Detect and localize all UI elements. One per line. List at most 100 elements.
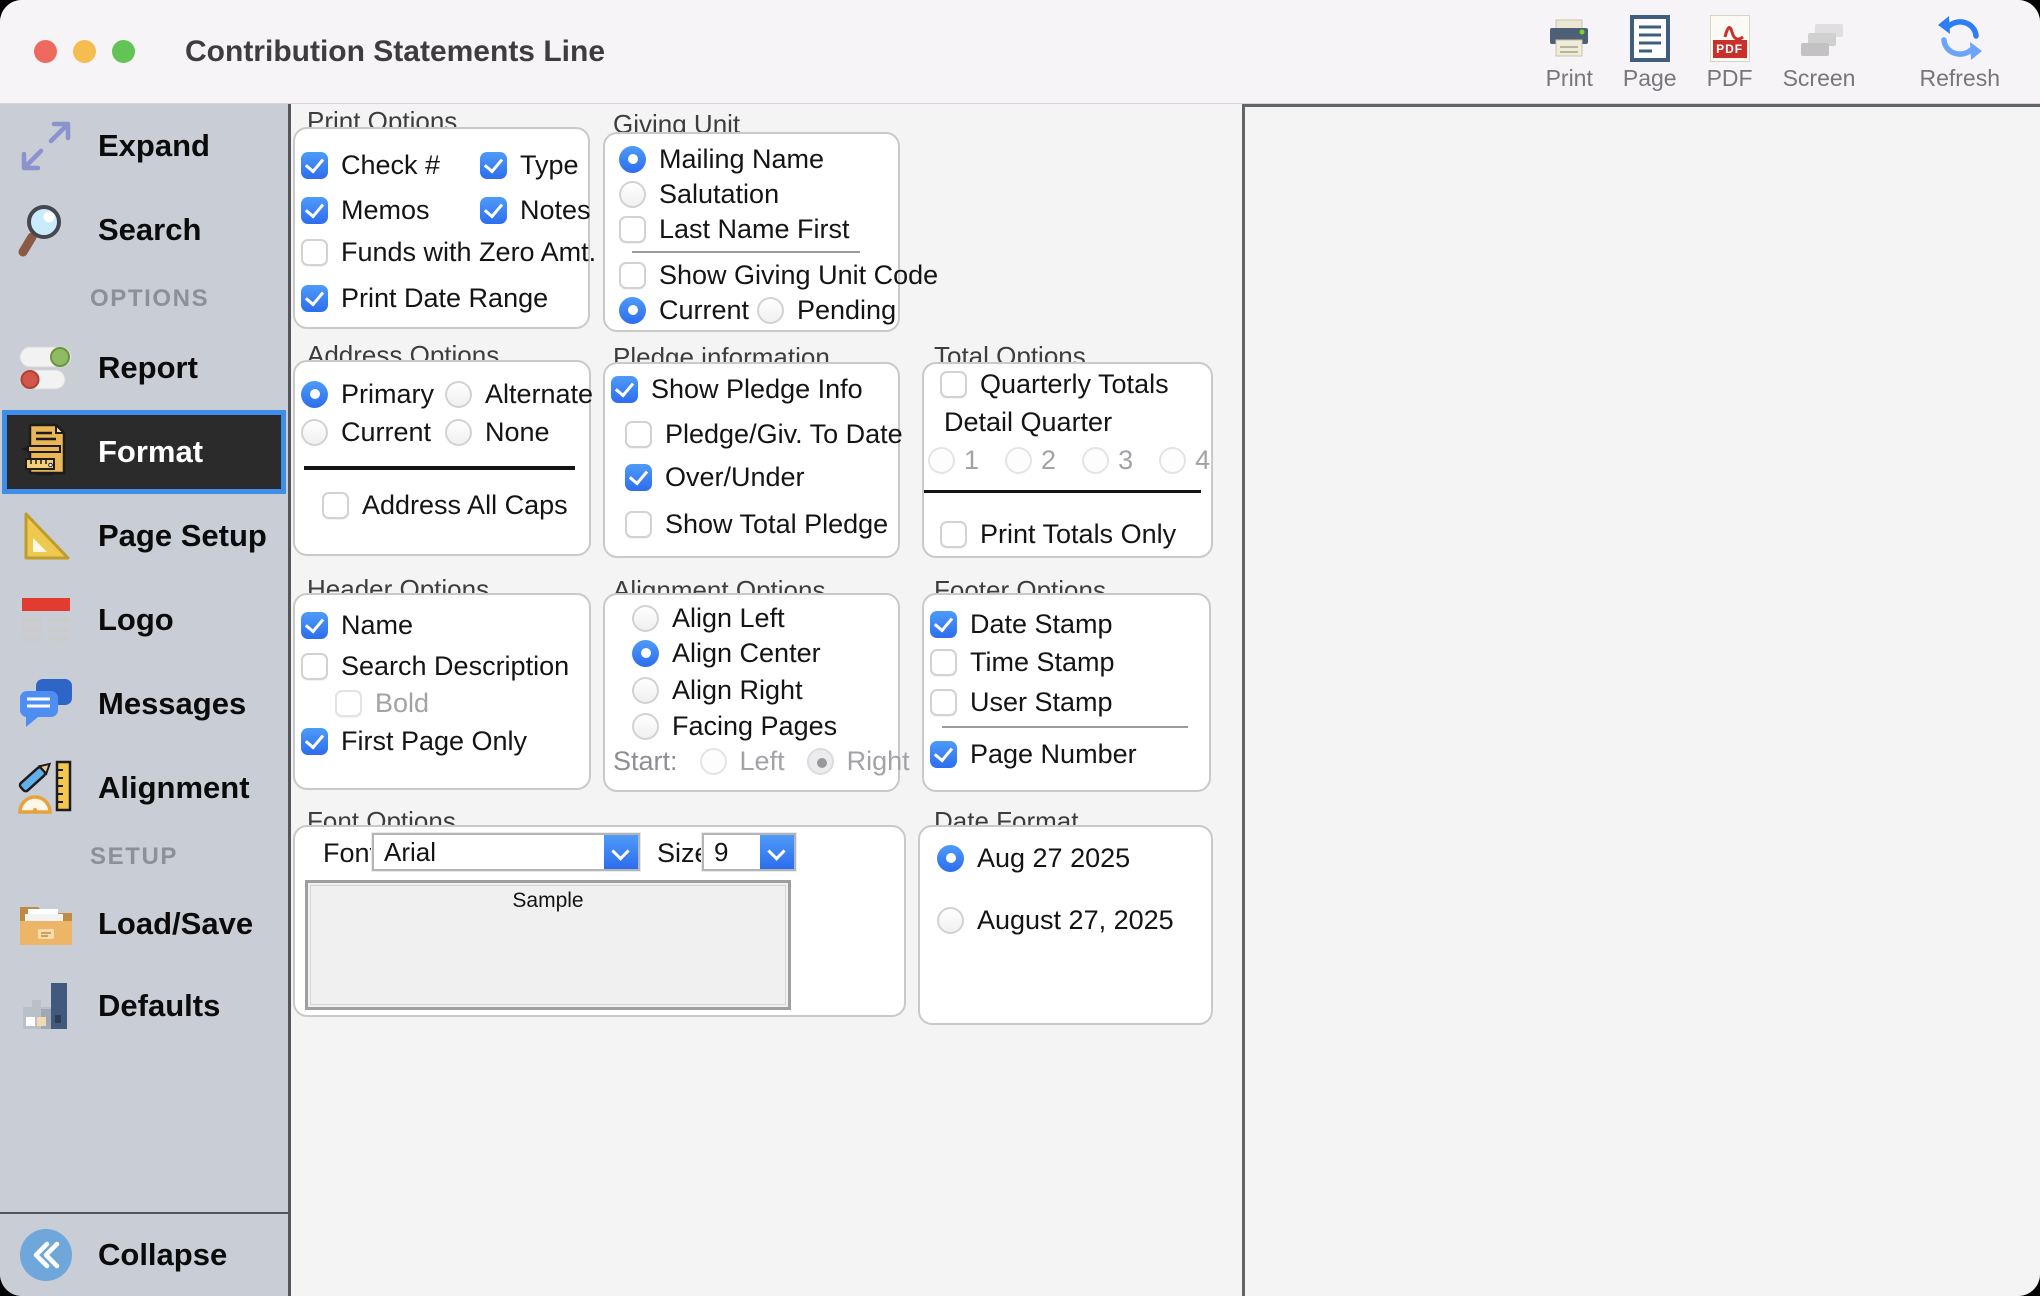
checkbox-show-total-pledge[interactable]: Show Total Pledge (625, 507, 888, 541)
radio-start-right[interactable] (807, 748, 834, 775)
radio-quarter-1[interactable] (928, 447, 955, 474)
checkbox[interactable] (480, 197, 507, 224)
radio-button[interactable] (632, 605, 659, 632)
sidebar-item-load-save[interactable]: Load/Save (0, 884, 288, 964)
minimize-window-button[interactable] (73, 40, 96, 63)
radio-quarter-2[interactable] (1005, 447, 1032, 474)
checkbox[interactable] (322, 492, 349, 519)
chevron-down-icon[interactable] (760, 835, 794, 869)
radio-align-center[interactable]: Align Center (632, 636, 821, 670)
radio-button[interactable] (632, 677, 659, 704)
radio-align-right[interactable]: Align Right (632, 673, 803, 707)
checkbox[interactable] (301, 612, 328, 639)
checkbox[interactable] (301, 653, 328, 680)
chevron-down-icon[interactable] (604, 835, 638, 869)
checkbox[interactable] (940, 521, 967, 548)
sidebar-item-report[interactable]: Report (0, 326, 288, 410)
radio-primary[interactable]: Primary (301, 377, 434, 411)
radio-button[interactable] (632, 713, 659, 740)
checkbox-date-stamp[interactable]: Date Stamp (930, 607, 1113, 641)
sidebar-item-page-setup[interactable]: Page Setup (0, 494, 288, 578)
checkbox-pledge-giv-to-date[interactable]: Pledge/Giv. To Date (625, 417, 903, 451)
radio-button[interactable] (301, 419, 328, 446)
zoom-window-button[interactable] (112, 40, 135, 63)
radio-button[interactable] (619, 181, 646, 208)
radio-quarter-3[interactable] (1082, 447, 1109, 474)
checkbox[interactable] (335, 690, 362, 717)
radio-button[interactable] (301, 381, 328, 408)
screen-button[interactable]: Screen (1783, 12, 1856, 92)
radio-salutation[interactable]: Salutation (619, 177, 779, 211)
radio-pending[interactable]: Pending (757, 293, 896, 327)
sidebar-item-logo[interactable]: Logo (0, 578, 288, 662)
radio-date-long[interactable]: August 27, 2025 (937, 903, 1174, 937)
checkbox-quarterly-totals[interactable]: Quarterly Totals (940, 367, 1169, 401)
checkbox[interactable] (940, 371, 967, 398)
checkbox[interactable] (625, 421, 652, 448)
radio-alternate[interactable]: Alternate (445, 377, 593, 411)
checkbox-funds-with-zero-amt[interactable]: Funds with Zero Amt. (301, 235, 596, 269)
checkbox-page-number[interactable]: Page Number (930, 737, 1137, 771)
radio-date-short[interactable]: Aug 27 2025 (937, 841, 1130, 875)
checkbox-user-stamp[interactable]: User Stamp (930, 685, 1113, 719)
checkbox[interactable] (930, 649, 957, 676)
sidebar-item-defaults[interactable]: Defaults (0, 964, 288, 1048)
sidebar-item-messages[interactable]: Messages (0, 662, 288, 746)
sidebar-item-search[interactable]: Search (0, 188, 288, 272)
sidebar-item-alignment[interactable]: Alignment (0, 746, 288, 830)
checkbox-check-number[interactable]: Check # (301, 148, 440, 182)
close-window-button[interactable] (34, 40, 57, 63)
checkbox-type[interactable]: Type (480, 148, 579, 182)
radio-button[interactable] (632, 640, 659, 667)
checkbox[interactable] (625, 511, 652, 538)
radio-start-left[interactable] (700, 748, 727, 775)
checkbox-print-totals-only[interactable]: Print Totals Only (940, 517, 1176, 551)
checkbox-memos[interactable]: Memos (301, 193, 430, 227)
radio-button[interactable] (619, 146, 646, 173)
sidebar-item-collapse[interactable]: Collapse (0, 1212, 288, 1296)
checkbox-time-stamp[interactable]: Time Stamp (930, 645, 1115, 679)
checkbox-address-all-caps[interactable]: Address All Caps (322, 488, 568, 522)
checkbox-show-pledge-info[interactable]: Show Pledge Info (611, 372, 863, 406)
pdf-button[interactable]: PDF PDF (1707, 12, 1753, 92)
checkbox[interactable] (619, 262, 646, 289)
checkbox-notes[interactable]: Notes (480, 193, 591, 227)
radio-button[interactable] (937, 845, 964, 872)
checkbox[interactable] (930, 689, 957, 716)
checkbox-first-page-only[interactable]: First Page Only (301, 724, 527, 758)
radio-button[interactable] (757, 297, 784, 324)
radio-mailing-name[interactable]: Mailing Name (619, 142, 824, 176)
radio-button[interactable] (619, 297, 646, 324)
checkbox-bold[interactable]: Bold (335, 686, 429, 720)
checkbox[interactable] (611, 376, 638, 403)
sidebar-item-expand[interactable]: Expand (0, 104, 288, 188)
checkbox[interactable] (480, 152, 507, 179)
checkbox-last-name-first[interactable]: Last Name First (619, 212, 850, 246)
refresh-button[interactable]: Refresh (1919, 12, 2000, 92)
checkbox-over-under[interactable]: Over/Under (625, 460, 805, 494)
radio-quarter-4[interactable] (1159, 447, 1186, 474)
checkbox[interactable] (930, 611, 957, 638)
checkbox-name[interactable]: Name (301, 608, 413, 642)
radio-current[interactable]: Current (619, 293, 749, 327)
size-select[interactable]: 9 (702, 833, 796, 871)
checkbox[interactable] (301, 285, 328, 312)
checkbox[interactable] (625, 464, 652, 491)
sidebar-item-format[interactable]: Format (2, 410, 286, 494)
checkbox-search-description[interactable]: Search Description (301, 649, 569, 683)
checkbox[interactable] (301, 152, 328, 179)
radio-align-left[interactable]: Align Left (632, 601, 785, 635)
checkbox-show-giving-unit-code[interactable]: Show Giving Unit Code (619, 258, 938, 292)
checkbox[interactable] (301, 239, 328, 266)
radio-button[interactable] (445, 419, 472, 446)
font-select[interactable]: Arial (372, 833, 640, 871)
checkbox[interactable] (301, 197, 328, 224)
page-button[interactable]: Page (1623, 12, 1677, 92)
radio-button[interactable] (445, 381, 472, 408)
radio-address-current[interactable]: Current (301, 415, 431, 449)
radio-button[interactable] (937, 907, 964, 934)
checkbox[interactable] (930, 741, 957, 768)
print-button[interactable]: Print (1546, 12, 1593, 92)
checkbox[interactable] (619, 216, 646, 243)
radio-none[interactable]: None (445, 415, 550, 449)
